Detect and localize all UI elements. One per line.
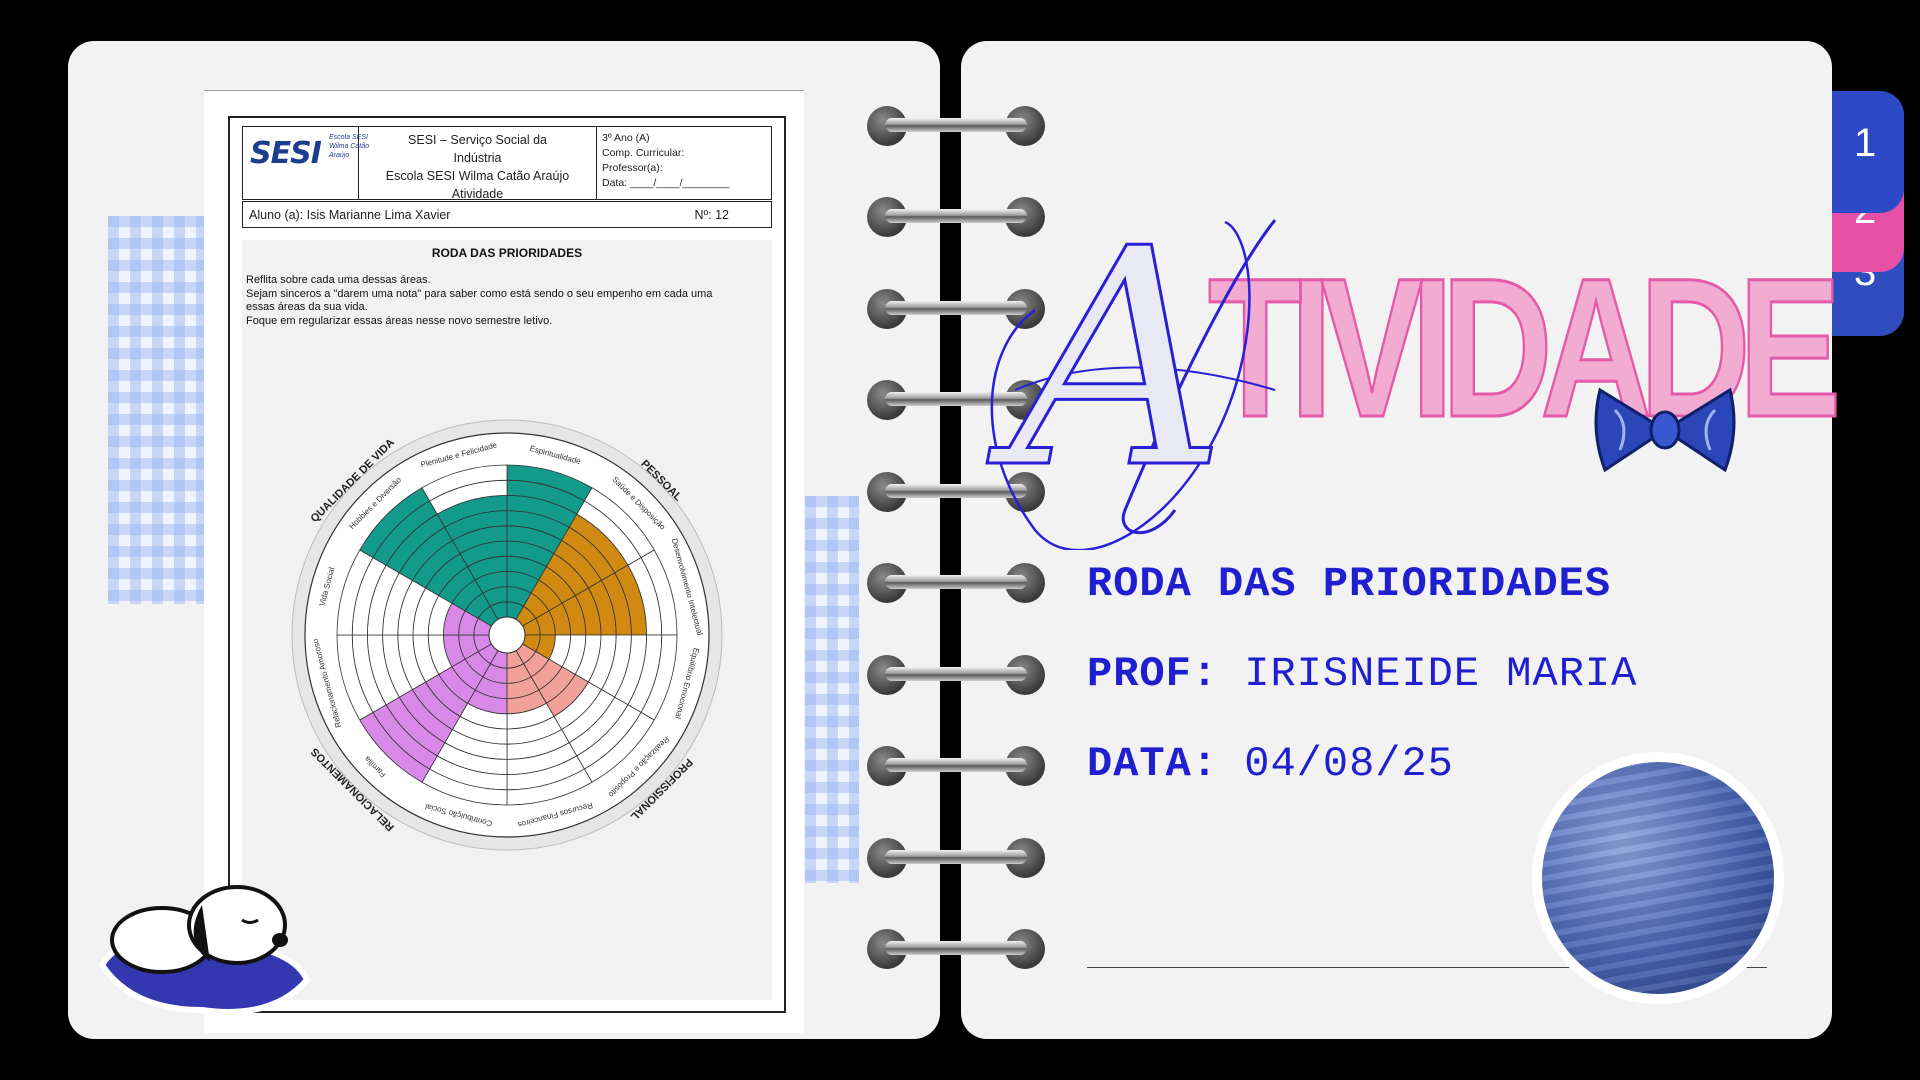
student-number: Nº: 12 xyxy=(694,207,729,222)
info-line: Data: ____/____/________ xyxy=(602,177,730,189)
binder-ring xyxy=(867,838,1045,878)
wheel-center xyxy=(488,616,526,654)
info-line: Comp. Curricular: xyxy=(602,147,685,159)
student-name: Aluno (a): Isis Marianne Lima Xavier xyxy=(249,207,451,222)
teacher-name: IRISNEIDE MARIA xyxy=(1244,650,1638,698)
school-line: Escola SESI Wilma Catão Araújo xyxy=(385,169,570,183)
sesi-logo-subtitle: Escola SESI Wilma Catão Araújo xyxy=(329,134,370,159)
info-line: Professor(a): xyxy=(602,162,663,174)
binder-ring xyxy=(867,106,1045,146)
sesi-logo: SESI xyxy=(250,136,322,171)
worksheet-body-title: RODA DAS PRIORIDADES xyxy=(431,246,583,260)
binder-ring xyxy=(867,563,1045,603)
bow-tie-icon xyxy=(1594,387,1736,473)
worksheet-instructions: Reflita sobre cada uma dessas áreas. Sej… xyxy=(246,274,713,327)
activity-name: RODA DAS PRIORIDADES xyxy=(1087,560,1612,608)
title-initial: A xyxy=(1009,185,1229,534)
school-logo-cell: SESI Escola SESI Wilma Catão Araújo xyxy=(243,127,369,199)
binder-ring xyxy=(867,655,1045,695)
teacher-label: PROF: xyxy=(1087,650,1219,698)
tab-label: 1 xyxy=(1854,121,1877,165)
school-title-cell: SESI – Serviço Social da Indústria Escol… xyxy=(359,127,597,201)
class-info-cell: 3º Ano (A) Comp. Curricular: Professor(a… xyxy=(597,127,771,199)
worksheet-header: SESI Escola SESI Wilma Catão Araújo SESI… xyxy=(242,126,772,201)
planet-neptune-icon xyxy=(1532,752,1784,1004)
date-line: DATA: 04/08/25 xyxy=(1087,740,1454,788)
gingham-decoration xyxy=(805,496,859,883)
binder-ring xyxy=(867,929,1045,969)
gingham-decoration xyxy=(108,216,204,604)
date-value: 04/08/25 xyxy=(1244,740,1454,788)
teacher-line: PROF: IRISNEIDE MARIA xyxy=(1087,650,1637,698)
school-line: Indústria xyxy=(453,151,502,165)
priority-wheel: EspiritualidadeSaúde e DisposiçãoDesenvo… xyxy=(291,419,723,851)
school-line: SESI – Serviço Social da xyxy=(408,133,547,147)
worksheet-body: RODA DAS PRIORIDADES Reflita sobre cada … xyxy=(242,240,772,1000)
sleeping-snoopy-icon xyxy=(98,885,311,1015)
info-line: 3º Ano (A) xyxy=(602,132,650,144)
date-label: DATA: xyxy=(1087,740,1219,788)
binder-ring xyxy=(867,746,1045,786)
student-row: Aluno (a): Isis Marianne Lima Xavier Nº:… xyxy=(242,201,772,228)
page-tab-1[interactable]: 1 xyxy=(1832,91,1904,213)
